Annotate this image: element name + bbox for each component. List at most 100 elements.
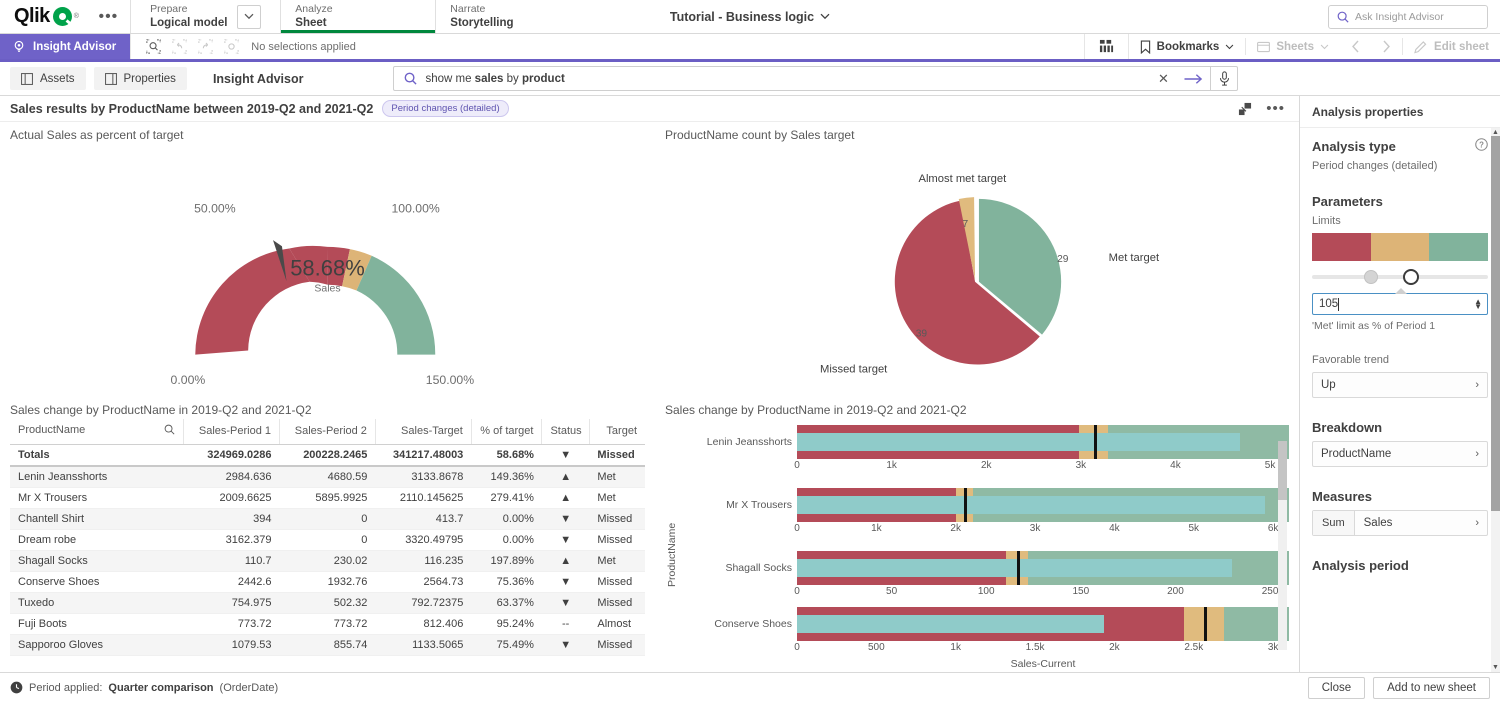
scroll-down-icon[interactable]: ▼ <box>1491 663 1500 672</box>
bullet-axis-tick: 4k <box>1109 523 1120 534</box>
collapse-expand-icon[interactable] <box>1238 102 1252 116</box>
breakdown-label: Breakdown <box>1312 420 1488 435</box>
properties-scrollbar[interactable]: ▲ ▼ <box>1491 128 1500 672</box>
edit-sheet-label: Edit sheet <box>1434 41 1489 53</box>
table-search-icon[interactable] <box>164 424 175 438</box>
bullet-scrollbar[interactable] <box>1278 441 1287 650</box>
clear-selections-icon[interactable] <box>219 36 243 58</box>
logical-model-dropdown-button[interactable] <box>237 5 261 29</box>
insight-advisor-button[interactable]: Insight Advisor <box>0 34 130 59</box>
col-target[interactable]: Target <box>589 419 645 445</box>
table-row[interactable]: Sapporoo Gloves1079.53855.741133.506575.… <box>10 635 645 656</box>
gauge-chart-cell[interactable]: Actual Sales as percent of target <box>0 122 655 397</box>
bullet-group[interactable]: Lenin Jeansshorts01k2k3k4k5k <box>679 419 1289 482</box>
limit-value-input[interactable]: 105 ▲ ▼ <box>1312 293 1488 315</box>
properties-button[interactable]: Properties <box>94 67 187 90</box>
bullet-y-axis-label: ProductName <box>665 419 679 670</box>
next-sheet-button[interactable] <box>1371 34 1402 59</box>
table-row[interactable]: Dream robe3162.37903320.497950.00%▼Misse… <box>10 530 645 551</box>
query-text[interactable]: show me sales by product <box>425 73 1150 85</box>
pie-chart-cell[interactable]: ProductName count by Sales target 29 <box>655 122 1299 397</box>
global-menu-button[interactable]: ••• <box>86 0 130 33</box>
edit-sheet-button[interactable]: Edit sheet <box>1403 34 1500 59</box>
table-row[interactable]: Fuji Boots773.72773.72812.40695.24%--Alm… <box>10 614 645 635</box>
main-body: Sales results by ProductName between 201… <box>0 96 1500 672</box>
sheets-button[interactable]: Sheets <box>1246 34 1340 59</box>
bullet-group[interactable]: Conserve Shoes05001k1.5k2k2.5k3kSales-Cu… <box>679 607 1289 670</box>
breakdown-chevron-right-icon: › <box>1475 448 1479 460</box>
submit-query-icon[interactable] <box>1176 73 1210 85</box>
close-button[interactable]: Close <box>1308 677 1365 699</box>
sheet-icon <box>1257 41 1270 53</box>
voice-input-icon[interactable] <box>1210 66 1237 91</box>
insight-advisor-icon <box>12 40 26 54</box>
more-options-icon[interactable]: ••• <box>1266 105 1285 113</box>
limit-value-stepper[interactable]: ▲ ▼ <box>1474 299 1487 309</box>
gauge-chart-title: Actual Sales as percent of target <box>10 128 645 142</box>
col-sales-period-1[interactable]: Sales-Period 1 <box>184 419 280 445</box>
bullet-value-bar <box>797 496 1265 514</box>
nav-section-narrate[interactable]: Narrate Storytelling <box>435 0 535 33</box>
table-row[interactable]: Mr X Trousers2009.66255895.99252110.1456… <box>10 488 645 509</box>
cell-sales-period-1: 2009.6625 <box>184 488 280 509</box>
col-sales-period-2[interactable]: Sales-Period 2 <box>280 419 376 445</box>
help-icon[interactable]: ? <box>1475 138 1488 154</box>
properties-scrollbar-thumb[interactable] <box>1491 136 1500 511</box>
grid-icon <box>1099 39 1114 54</box>
table-row[interactable]: Tuxedo754.975502.32792.7237563.37%▼Misse… <box>10 593 645 614</box>
step-back-icon[interactable] <box>167 36 191 58</box>
selection-search-icon[interactable] <box>141 36 165 58</box>
bullet-group[interactable]: Mr X Trousers01k2k3k4k5k6k <box>679 482 1289 545</box>
col-pct-of-target[interactable]: % of target <box>471 419 542 445</box>
bullet-chart-cell[interactable]: Sales change by ProductName in 2019-Q2 a… <box>655 397 1299 672</box>
bullet-group[interactable]: Shagall Socks050100150200250 <box>679 545 1289 608</box>
limit-band-missed <box>1312 233 1371 261</box>
cell-sales-period-1: 2984.636 <box>184 466 280 488</box>
cell-status: ▼ <box>542 530 589 551</box>
col-productname[interactable]: ProductName <box>10 419 184 445</box>
selection-tools <box>130 34 243 59</box>
col-status[interactable]: Status <box>542 419 589 445</box>
sheets-chevron-down-icon <box>1320 44 1329 50</box>
insight-advisor-search-row: Assets Properties Insight Advisor show m… <box>0 62 1500 96</box>
qlik-logo[interactable]: Qlik® <box>0 0 86 33</box>
limits-slider-handle-lower[interactable] <box>1364 270 1378 284</box>
assets-button[interactable]: Assets <box>10 67 86 90</box>
app-title-chevron-down-icon[interactable] <box>820 13 830 20</box>
favorable-trend-chevron-right-icon: › <box>1475 379 1479 391</box>
add-to-new-sheet-button[interactable]: Add to new sheet <box>1373 677 1490 699</box>
measure-select[interactable]: Sum Sales › <box>1312 510 1488 536</box>
stepper-down-icon[interactable]: ▼ <box>1474 304 1482 309</box>
pie-label-almost: Almost met target <box>918 173 1007 185</box>
table-row[interactable]: Chantell Shirt3940413.70.00%▼Missed <box>10 509 645 530</box>
clear-query-icon[interactable]: ✕ <box>1150 71 1176 87</box>
nav-section-analyze[interactable]: Analyze Sheet <box>280 0 435 33</box>
parameters-label: Parameters <box>1312 194 1488 209</box>
bookmarks-button[interactable]: Bookmarks <box>1129 34 1246 59</box>
bullet-scrollbar-thumb[interactable] <box>1278 441 1287 500</box>
table-cell[interactable]: Sales change by ProductName in 2019-Q2 a… <box>0 397 655 672</box>
ask-insight-advisor-search[interactable]: Ask Insight Advisor <box>1328 5 1488 29</box>
limits-slider-handle-upper[interactable] <box>1403 269 1419 285</box>
chevron-left-icon <box>1351 40 1360 53</box>
analysis-type-badge: Period changes (detailed) <box>382 100 508 117</box>
bullet-axis-tick: 4k <box>1170 460 1181 471</box>
spacer-3 <box>1312 398 1488 420</box>
limits-slider[interactable] <box>1312 269 1488 285</box>
breakdown-select[interactable]: ProductName › <box>1312 441 1488 467</box>
insight-advisor-query-bar[interactable]: show me sales by product ✕ <box>393 66 1238 91</box>
table-row[interactable]: Shagall Socks110.7230.02116.235197.89%▲M… <box>10 551 645 572</box>
col-sales-target[interactable]: Sales-Target <box>375 419 471 445</box>
bullet-axis-tick: 1k <box>886 460 897 471</box>
sheet-grid-view-button[interactable] <box>1084 34 1129 59</box>
app-title[interactable]: Tutorial - Business logic <box>670 10 814 24</box>
table-title: Sales change by ProductName in 2019-Q2 a… <box>10 403 645 417</box>
table-row[interactable]: Lenin Jeansshorts2984.6364680.593133.867… <box>10 466 645 488</box>
step-forward-icon[interactable] <box>193 36 217 58</box>
nav-section-prepare[interactable]: Prepare Logical model <box>130 0 280 33</box>
favorable-trend-select[interactable]: Up › <box>1312 372 1488 398</box>
gauge-value-text: 58.68% <box>10 255 645 281</box>
table-row[interactable]: Conserve Shoes2442.61932.762564.7375.36%… <box>10 572 645 593</box>
previous-sheet-button[interactable] <box>1340 34 1371 59</box>
measure-field: Sales <box>1355 517 1476 529</box>
